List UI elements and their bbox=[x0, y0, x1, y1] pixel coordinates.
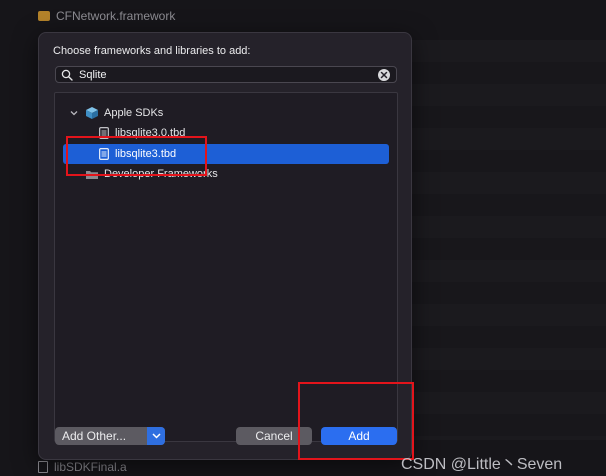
search-input[interactable] bbox=[79, 67, 372, 82]
tree-group-label: Apple SDKs bbox=[104, 107, 164, 119]
highlight-box-add-button bbox=[298, 382, 414, 460]
add-other-dropdown[interactable] bbox=[147, 427, 165, 445]
add-other-label: Add Other... bbox=[62, 429, 127, 443]
sheet-title: Choose frameworks and libraries to add: bbox=[53, 45, 251, 57]
chevron-down-icon[interactable] bbox=[69, 108, 79, 118]
search-field[interactable] bbox=[55, 66, 397, 83]
xcode-window: CFNetwork.framework libSDKFinal.a Choose… bbox=[0, 0, 606, 476]
background-editor-rows bbox=[412, 40, 606, 440]
library-file-icon bbox=[38, 461, 48, 473]
framework-icon bbox=[38, 11, 50, 21]
search-icon bbox=[61, 69, 73, 81]
add-other-button[interactable]: Add Other... bbox=[55, 427, 165, 445]
highlight-box-selected-item bbox=[66, 136, 207, 176]
tree-group-apple-sdks[interactable]: Apple SDKs bbox=[55, 103, 397, 123]
sdk-cube-icon bbox=[86, 107, 98, 119]
navigator-item-label: libSDKFinal.a bbox=[54, 460, 127, 474]
navigator-item-label: CFNetwork.framework bbox=[56, 9, 176, 23]
chevron-down-icon bbox=[151, 433, 161, 439]
watermark: CSDN @Little丶Seven bbox=[401, 456, 563, 473]
navigator-item-cfnetwork[interactable]: CFNetwork.framework bbox=[38, 6, 606, 26]
clear-search-icon[interactable] bbox=[378, 68, 390, 81]
